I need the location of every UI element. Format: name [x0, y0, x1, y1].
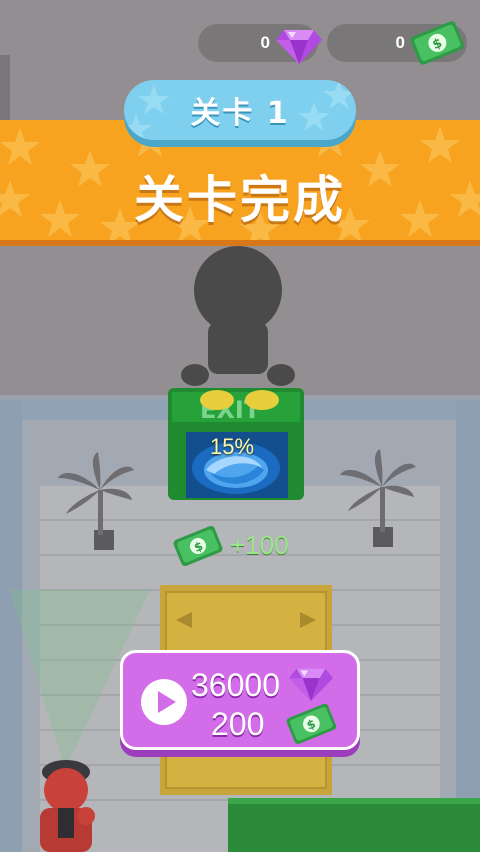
reward-cash-amount: 200: [211, 706, 265, 742]
floor-sign: [228, 798, 480, 852]
cash-icon: $: [286, 703, 337, 745]
reward-gem-amount: 36000: [191, 667, 280, 703]
watch-ad-reward-button[interactable]: 36000 200 $: [120, 650, 360, 750]
cash-counter: 0 $: [327, 21, 467, 65]
cash-icon: $: [410, 21, 465, 65]
level-label: 关卡 1: [190, 96, 290, 131]
reward-popup-text: +100: [230, 530, 289, 560]
level-indicator: 关卡 1: [124, 80, 356, 140]
portal-progress-text: 15%: [210, 434, 255, 459]
play-icon: [141, 679, 187, 725]
gem-counter: 0: [198, 24, 322, 64]
cash-count: 0: [395, 33, 405, 52]
gem-icon: [276, 30, 322, 64]
level-complete-title: 关卡完成: [134, 171, 346, 229]
gem-count: 0: [260, 33, 270, 52]
cash-icon: $: [173, 525, 223, 567]
